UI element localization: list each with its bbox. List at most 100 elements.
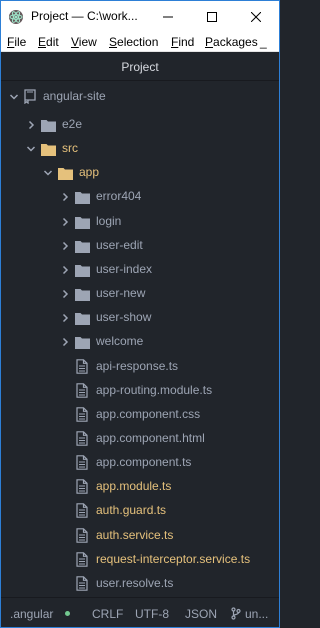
folder-label: e2e bbox=[62, 117, 83, 131]
tree-folder[interactable]: e2e bbox=[1, 113, 279, 137]
status-encoding[interactable]: UTF-8 bbox=[135, 607, 169, 621]
close-button[interactable] bbox=[234, 1, 278, 33]
tree-folder[interactable]: error404 bbox=[1, 185, 279, 209]
maximize-button[interactable] bbox=[190, 1, 234, 33]
menu-edit[interactable]: Edit bbox=[38, 35, 59, 49]
tree-folder[interactable]: user-new bbox=[1, 282, 279, 306]
folder-label: app bbox=[79, 165, 100, 180]
menu-overflow[interactable]: _ bbox=[260, 35, 267, 49]
title-bar[interactable]: Project — C:\work... bbox=[1, 1, 279, 33]
menu-selection-label: election bbox=[117, 35, 159, 49]
tree-root[interactable]: angular-site bbox=[1, 85, 279, 109]
close-icon bbox=[251, 12, 261, 22]
file-text-icon bbox=[76, 503, 88, 519]
status-dot bbox=[65, 611, 70, 616]
folder-open-icon bbox=[58, 168, 73, 181]
tree-file[interactable]: app-routing.module.ts bbox=[1, 379, 279, 403]
file-label: app.component.html bbox=[96, 430, 205, 445]
file-label: auth.guard.ts bbox=[96, 503, 167, 518]
tree-file[interactable]: app.component.css bbox=[1, 403, 279, 427]
file-label: api-response.ts bbox=[96, 358, 179, 373]
tree-folder[interactable]: app bbox=[1, 161, 279, 185]
folder-label: user-index bbox=[96, 261, 153, 276]
chevron-down-icon bbox=[26, 146, 36, 152]
folder-icon bbox=[75, 240, 90, 253]
folder-icon bbox=[75, 216, 90, 229]
menu-selection[interactable]: Selection bbox=[109, 35, 158, 49]
folder-icon bbox=[75, 289, 90, 302]
menu-edit-accel: E bbox=[38, 35, 47, 49]
file-text-icon bbox=[76, 479, 88, 495]
menu-file[interactable]: File bbox=[7, 35, 26, 49]
status-line-ending[interactable]: CRLF bbox=[92, 607, 123, 621]
menu-bar: File Edit View Selection Find Packages _ bbox=[1, 33, 279, 52]
status-branch[interactable]: un... bbox=[245, 607, 268, 621]
atom-window: Project — C:\work... File Edit View Sele… bbox=[0, 0, 280, 628]
minimize-icon bbox=[163, 16, 173, 18]
file-text-icon bbox=[76, 551, 88, 567]
folder-icon bbox=[75, 192, 90, 205]
file-label: auth.service.ts bbox=[96, 527, 174, 542]
menu-packages[interactable]: Packages bbox=[205, 35, 258, 49]
file-text-icon bbox=[76, 358, 88, 374]
folder-icon bbox=[75, 264, 90, 277]
tree-folder[interactable]: user-index bbox=[1, 258, 279, 282]
repo-icon bbox=[24, 89, 36, 104]
status-file[interactable]: .angular bbox=[10, 607, 53, 621]
folder-icon bbox=[41, 120, 56, 132]
chevron-right-icon bbox=[28, 120, 35, 130]
tree-file[interactable]: request-interceptor.service.ts bbox=[1, 548, 279, 572]
menu-packages-label: ackages bbox=[213, 35, 258, 49]
chevron-right-icon bbox=[62, 290, 69, 299]
file-label: app.module.ts bbox=[96, 479, 172, 494]
menu-edit-label: dit bbox=[46, 35, 59, 49]
file-label: user.resolve.ts bbox=[96, 575, 174, 590]
file-text-icon bbox=[76, 406, 88, 422]
chevron-right-icon bbox=[62, 217, 69, 226]
tree-file[interactable]: user.resolve.ts bbox=[1, 572, 279, 596]
folder-icon bbox=[75, 313, 90, 326]
tree-root-label: angular-site bbox=[43, 89, 106, 103]
menu-packages-accel: P bbox=[205, 35, 214, 49]
tree-file[interactable]: auth.service.ts bbox=[1, 524, 279, 548]
file-label: app.component.ts bbox=[96, 455, 192, 470]
tree-view-title: Project bbox=[1, 53, 279, 81]
file-label: request-interceptor.service.ts bbox=[96, 551, 251, 566]
folder-label: welcome bbox=[96, 334, 144, 349]
tree-folder[interactable]: login bbox=[1, 210, 279, 234]
tree-file[interactable]: api-response.ts bbox=[1, 355, 279, 379]
chevron-right-icon bbox=[62, 314, 69, 323]
tree-file[interactable]: app.module.ts bbox=[1, 475, 279, 499]
tree-file[interactable]: app.component.html bbox=[1, 427, 279, 451]
git-branch-icon bbox=[231, 607, 241, 620]
window-title: Project — C:\work... bbox=[31, 9, 138, 23]
chevron-right-icon bbox=[62, 193, 69, 202]
menu-find[interactable]: Find bbox=[171, 35, 194, 49]
minimize-button[interactable] bbox=[146, 1, 190, 33]
file-text-icon bbox=[76, 576, 88, 591]
tree-folder[interactable]: src bbox=[1, 137, 279, 161]
tree-file[interactable]: auth.guard.ts bbox=[1, 499, 279, 523]
chevron-down-icon bbox=[43, 170, 53, 176]
maximize-icon bbox=[207, 12, 217, 22]
menu-find-label: ind bbox=[178, 35, 195, 49]
atom-logo-icon bbox=[9, 10, 23, 24]
chevron-right-icon bbox=[62, 265, 69, 274]
tree-folder[interactable]: user-show bbox=[1, 306, 279, 330]
chevron-right-icon bbox=[62, 241, 69, 250]
tree-file[interactable]: app.component.ts bbox=[1, 451, 279, 475]
status-grammar[interactable]: JSON bbox=[185, 607, 217, 621]
file-text-icon bbox=[76, 455, 88, 470]
menu-view-label: iew bbox=[78, 35, 97, 49]
folder-open-icon bbox=[41, 144, 56, 157]
tree-folder[interactable]: user-edit bbox=[1, 234, 279, 258]
file-label: app-routing.module.ts bbox=[96, 382, 213, 397]
menu-selection-accel: S bbox=[109, 35, 118, 49]
menu-view[interactable]: View bbox=[71, 35, 97, 49]
file-label: app.component.css bbox=[96, 406, 201, 421]
menu-view-accel: V bbox=[71, 35, 79, 49]
folder-label: user-new bbox=[96, 286, 146, 301]
tree-folder[interactable]: welcome bbox=[1, 330, 279, 354]
folder-icon bbox=[75, 337, 90, 350]
chevron-right-icon bbox=[62, 338, 69, 347]
